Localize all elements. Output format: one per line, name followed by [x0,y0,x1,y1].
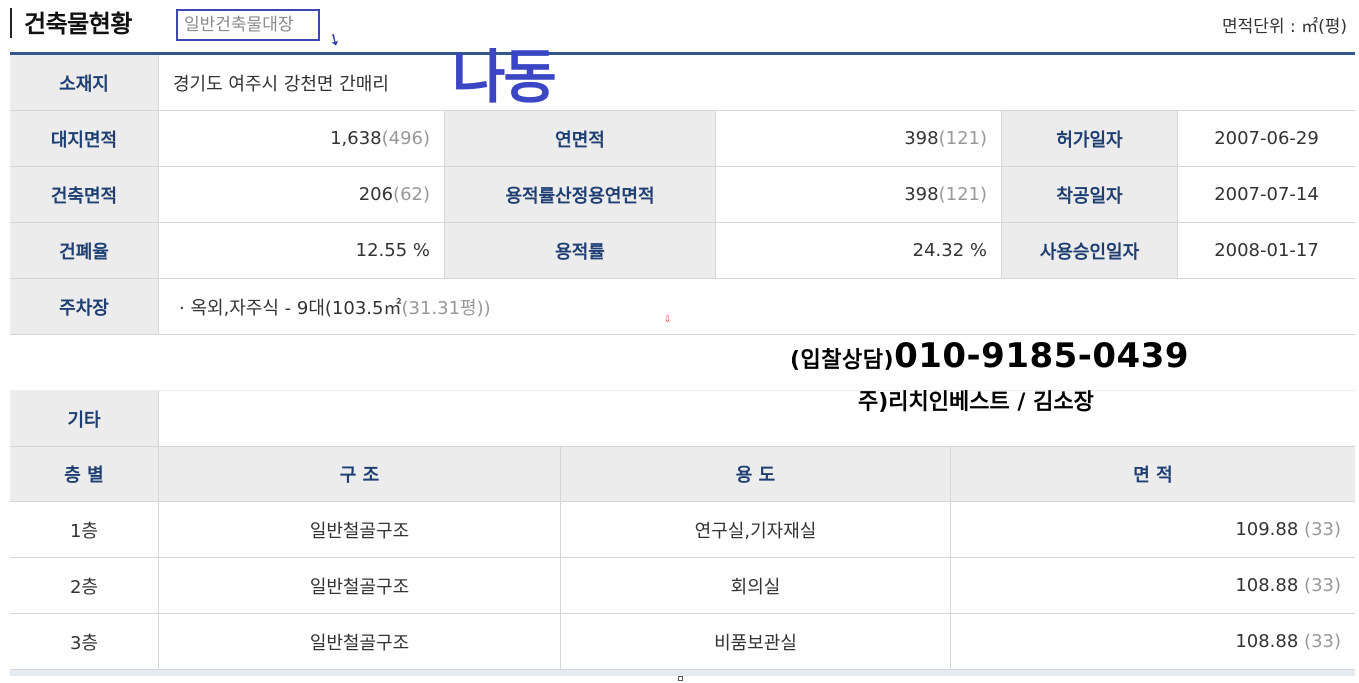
area-pyeong: (33) [1304,519,1341,540]
building-dong-stamp: 나동 [452,43,557,111]
floor-cell: 1층 [10,502,158,557]
table-row: 3층 일반철골구조 비품보관실 108.88 (33) [10,614,1355,670]
arrow-annotation-icon: ➘ [324,27,346,52]
table-row: 2층 일반철골구조 회의실 108.88 (33) [10,558,1355,614]
area-pyeong: (33) [1304,575,1341,596]
total-floor-area-label: 연면적 [444,111,715,166]
total-floor-area-value: 398 (121) [715,111,1001,166]
land-area-label: 대지면적 [10,111,158,166]
use-cell: 연구실,기자재실 [560,502,950,557]
floor-cell: 2층 [10,558,158,613]
building-area-sqm: 206 [358,184,394,205]
floors-header-row: 층 별 구 조 용 도 면 적 [10,447,1355,502]
location-label: 소재지 [10,55,158,110]
coverage-ratio-value: 12.55 % [158,223,444,278]
promo-phone: (입찰상담)010-9185-0439 [790,336,1189,376]
approval-date-value: 2008-01-17 [1177,223,1355,278]
floor-column-header: 층 별 [10,447,158,501]
coverage-ratio-label: 건폐율 [10,223,158,278]
etc-label: 기타 [10,391,158,446]
construction-start-label: 착공일자 [1001,167,1177,222]
total-floor-area-pyeong: (121) [938,128,987,149]
building-area-label: 건축면적 [10,167,158,222]
red-marker-icon: ⇩ [664,315,672,325]
permit-date-value: 2007-06-29 [1177,111,1355,166]
area-cell: 108.88 (33) [950,614,1355,669]
structure-column-header: 구 조 [158,447,560,501]
promo-company: 주)리치인베스트 / 김소장 [858,390,1094,415]
structure-cell: 일반철골구조 [158,558,560,613]
title-accent-bar [10,8,12,38]
building-area-value: 206 (62) [158,167,444,222]
area-sqm: 108.88 [1235,631,1299,652]
area-row-2: 건축면적 206 (62) 용적률산정용연면적 398 (121) 착공일자 200… [10,167,1355,223]
register-type-label: 일반건축물대장 [176,9,320,41]
permit-date-label: 허가일자 [1001,111,1177,166]
area-row-1: 대지면적 1,638 (496) 연면적 398 (121) 허가일자 2007-0… [10,111,1355,167]
resize-handle[interactable] [678,676,683,681]
parking-label: 주차장 [10,279,158,334]
total-floor-area-sqm: 398 [904,128,939,149]
use-cell: 회의실 [560,558,950,613]
etc-row: 기타 [10,391,1355,447]
structure-cell: 일반철골구조 [158,502,560,557]
area-column-header: 면 적 [950,447,1355,501]
structure-cell: 일반철골구조 [158,614,560,669]
area-cell: 109.88 (33) [950,502,1355,557]
parking-count: · 옥외,자주식 - 9대(103.5㎡ [179,297,402,319]
far-floor-area-label: 용적률산정용연면적 [444,167,715,222]
building-area-pyeong: (62) [393,184,430,205]
area-sqm: 109.88 [1235,519,1299,540]
far-floor-area-sqm: 398 [904,184,939,205]
etc-value [158,391,1355,446]
page-title: 건축물현황 [24,10,132,38]
location-row: 소재지 경기도 여주시 강천면 간매리 [10,55,1355,111]
location-value: 경기도 여주시 강천면 간매리 [158,55,1355,110]
table-row: 1층 일반철골구조 연구실,기자재실 109.88 (33) [10,502,1355,558]
parking-value: · 옥외,자주식 - 9대(103.5㎡ (31.31평)) [158,279,1355,334]
land-area-value: 1,638 (496) [158,111,444,166]
far-value: 24.32 % [715,223,1001,278]
area-cell: 108.88 (33) [950,558,1355,613]
far-label: 용적률 [444,223,715,278]
parking-pyeong: (31.31평)) [401,297,491,319]
far-floor-area-pyeong: (121) [938,184,987,205]
area-unit-label: 면적단위 : ㎡(평) [1222,17,1347,37]
construction-start-value: 2007-07-14 [1177,167,1355,222]
promo-phone-number: 010-9185-0439 [894,336,1190,376]
land-area-sqm: 1,638 [330,128,382,149]
floor-cell: 3층 [10,614,158,669]
area-sqm: 108.88 [1235,575,1299,596]
parking-row: 주차장 · 옥외,자주식 - 9대(103.5㎡ (31.31평)) [10,279,1355,335]
far-floor-area-value: 398 (121) [715,167,1001,222]
land-area-pyeong: (496) [381,128,430,149]
use-column-header: 용 도 [560,447,950,501]
approval-date-label: 사용승인일자 [1001,223,1177,278]
ratio-row: 건폐율 12.55 % 용적률 24.32 % 사용승인일자 2008-01-1… [10,223,1355,279]
area-pyeong: (33) [1304,631,1341,652]
promo-phone-label: (입찰상담) [790,348,895,373]
use-cell: 비품보관실 [560,614,950,669]
